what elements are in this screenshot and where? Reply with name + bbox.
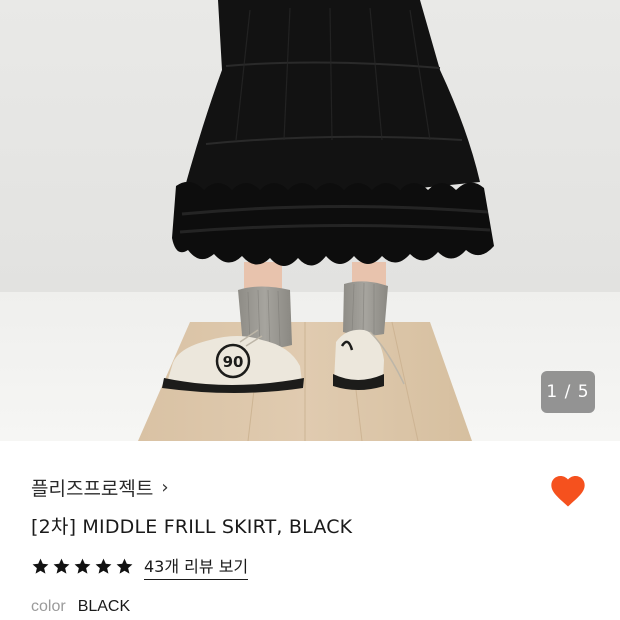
heart-icon (551, 476, 585, 507)
star-icon (74, 558, 91, 574)
star-icon (95, 558, 112, 574)
chevron-right-icon: › (161, 476, 169, 498)
review-link[interactable]: 43개 리뷰 보기 (144, 553, 249, 580)
brand-link[interactable]: 플리즈프로젝트 › (31, 475, 169, 500)
color-value: BLACK (77, 598, 131, 615)
product-info: 플리즈프로젝트 › [2차] MIDDLE FRILL SKIRT, BLACK… (0, 441, 620, 620)
wishlist-button[interactable] (548, 471, 588, 511)
product-title: [2차] MIDDLE FRILL SKIRT, BLACK (31, 516, 353, 538)
color-label: color (31, 598, 66, 615)
color-row: color BLACK (31, 598, 130, 616)
svg-text:90: 90 (223, 353, 244, 371)
product-photo: 90 (0, 0, 620, 441)
star-icon (53, 558, 70, 574)
rating-stars (31, 557, 134, 576)
rating-row: 43개 리뷰 보기 (31, 553, 249, 580)
star-icon (32, 558, 49, 574)
star-icon (116, 558, 133, 574)
product-image[interactable]: 90 1 / 5 (0, 0, 620, 441)
page-indicator: 1 / 5 (541, 371, 595, 413)
brand-name: 플리즈프로젝트 (31, 477, 154, 500)
